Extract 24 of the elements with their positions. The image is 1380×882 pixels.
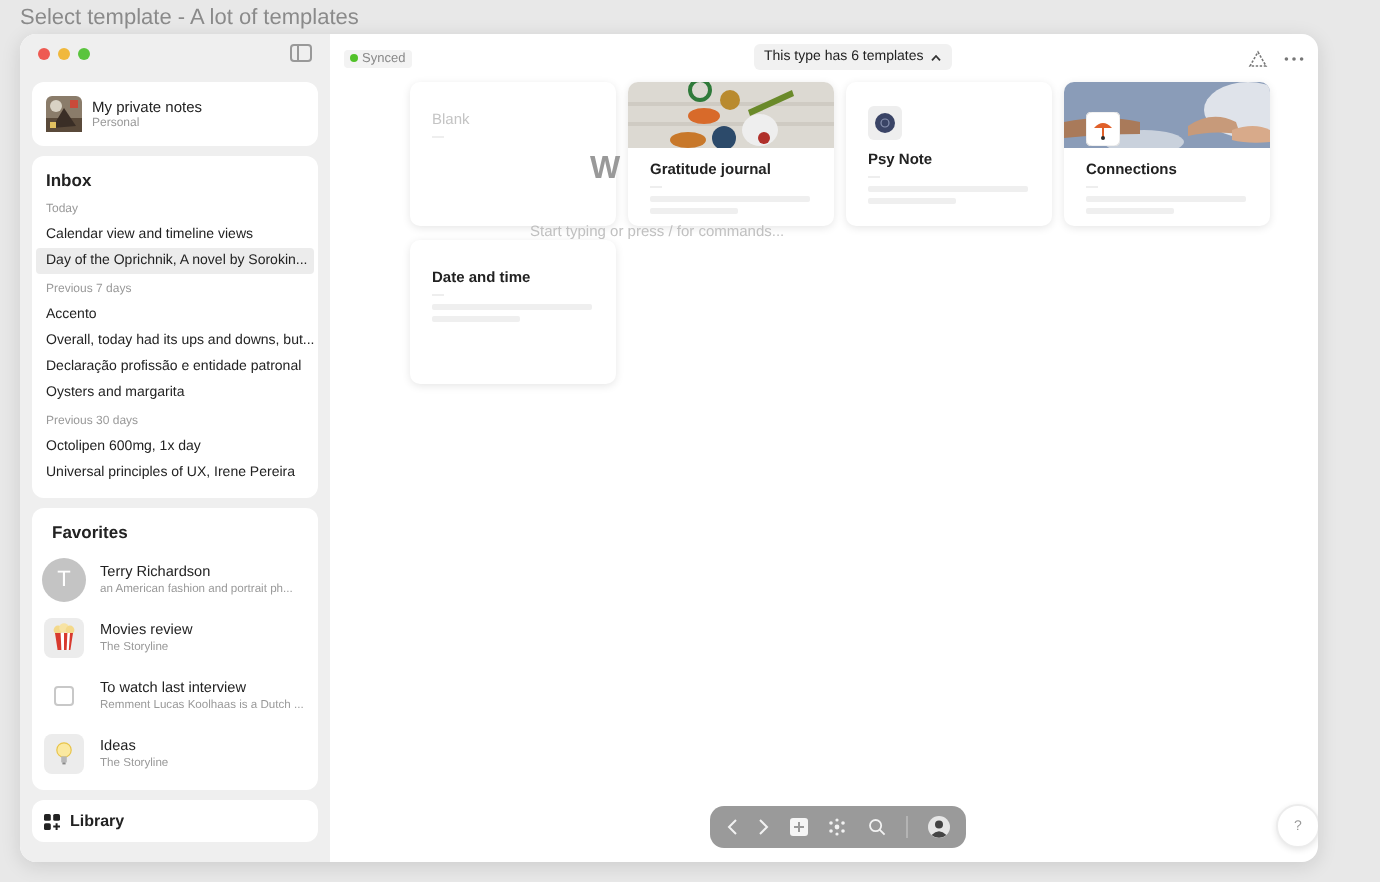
library-button[interactable]: Library <box>32 800 318 842</box>
caret-icon <box>929 53 942 61</box>
more-icon[interactable] <box>1284 55 1304 61</box>
search-icon[interactable] <box>867 818 886 836</box>
page-title: Select template - A lot of templates <box>20 4 359 34</box>
favorites-title: Favorites <box>50 520 130 546</box>
checkbox[interactable] <box>54 685 74 705</box>
close-button[interactable] <box>38 47 50 59</box>
minimize-button[interactable] <box>58 47 70 59</box>
back-icon[interactable] <box>726 818 738 836</box>
profile-avatar[interactable] <box>927 816 950 838</box>
app-icon <box>1086 112 1120 146</box>
grid-icon <box>44 813 60 829</box>
share-icon[interactable] <box>1248 49 1268 67</box>
graph-icon[interactable] <box>828 818 847 836</box>
zoom-button[interactable] <box>78 47 90 59</box>
lightbulb-icon <box>44 733 84 773</box>
inbox-title: Inbox <box>44 168 94 194</box>
sidebar-toggle-icon[interactable] <box>290 44 312 62</box>
add-icon[interactable] <box>790 818 809 836</box>
forward-icon[interactable] <box>758 818 771 836</box>
letter-avatar: T <box>42 557 86 601</box>
app-icon <box>868 106 902 140</box>
popcorn-icon <box>44 617 84 657</box>
